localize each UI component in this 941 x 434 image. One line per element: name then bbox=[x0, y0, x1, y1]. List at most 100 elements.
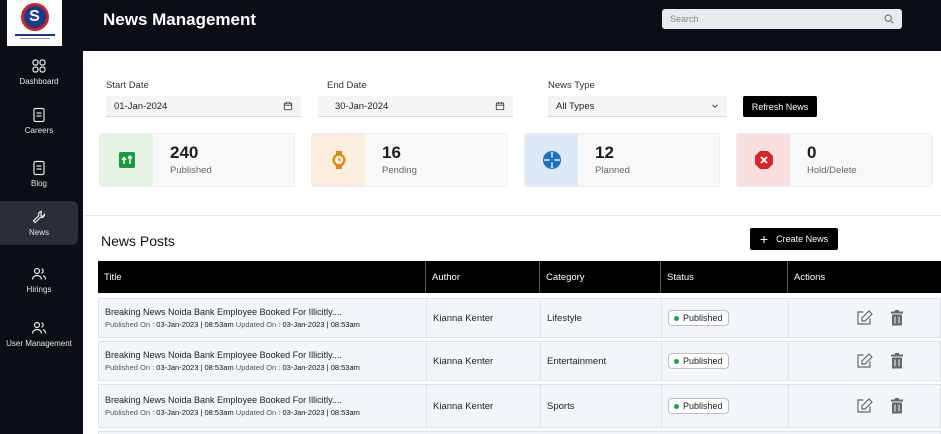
calendar-icon[interactable] bbox=[283, 101, 293, 111]
column-header-status[interactable]: Status bbox=[661, 261, 788, 293]
status-badge: Published bbox=[668, 398, 729, 414]
category-cell: Entertainment bbox=[541, 342, 662, 380]
title-cell: Breaking News Noida Bank Employee Booked… bbox=[99, 342, 427, 380]
end-date-value: 30-Jan-2024 bbox=[335, 100, 389, 112]
hold-icon-tile bbox=[737, 134, 790, 186]
document-icon bbox=[33, 160, 45, 176]
top-header: News Management bbox=[83, 0, 941, 51]
title-cell: Breaking News Noida Bank Employee Booked… bbox=[99, 385, 427, 427]
table-row[interactable]: Breaking News Noida Bank Employee Booked… bbox=[98, 341, 941, 381]
sidebar-item-label: Careers bbox=[24, 126, 54, 135]
create-news-label: Create News bbox=[776, 234, 829, 244]
users-icon bbox=[31, 267, 47, 280]
sidebar-item-news[interactable]: News bbox=[0, 201, 78, 245]
news-dates: Published On : 03-Jan-2023 | 08:53am Upd… bbox=[105, 363, 360, 372]
column-header-actions: Actions bbox=[794, 271, 826, 283]
stat-card-planned: 12 Planned bbox=[524, 133, 720, 187]
upload-arrows-icon bbox=[118, 152, 135, 168]
sidebar-item-user-management[interactable]: User Management bbox=[0, 320, 78, 350]
sidebar: S Dashboard Careers Blog News Hirings Us… bbox=[0, 0, 83, 434]
end-date-field[interactable]: 30-Jan-2024 bbox=[318, 96, 513, 117]
create-news-button[interactable]: + Create News bbox=[750, 228, 838, 250]
category-cell: Sports bbox=[541, 385, 662, 427]
table-header: Title Author Category Status Actions bbox=[98, 261, 941, 293]
sidebar-item-careers[interactable]: Careers bbox=[0, 107, 78, 137]
actions-cell bbox=[789, 342, 941, 380]
edit-icon[interactable] bbox=[856, 309, 874, 327]
published-label: Published bbox=[170, 165, 212, 176]
status-cell: Published bbox=[662, 299, 789, 337]
author-cell: Kianna Kenter bbox=[427, 385, 541, 427]
sidebar-item-label: News bbox=[28, 228, 49, 237]
planned-icon-tile bbox=[525, 134, 578, 186]
start-date-value: 01-Jan-2024 bbox=[114, 100, 168, 112]
sidebar-item-blog[interactable]: Blog bbox=[0, 160, 78, 190]
news-title[interactable]: Breaking News Noida Bank Employee Booked… bbox=[105, 350, 342, 360]
dashboard-grid-icon bbox=[32, 59, 46, 73]
planned-count: 12 bbox=[595, 143, 614, 162]
search-input[interactable] bbox=[670, 14, 870, 24]
sidebar-item-label: Dashboard bbox=[19, 77, 59, 86]
status-badge: Published bbox=[668, 353, 729, 369]
stat-card-pending: 16 Pending bbox=[311, 133, 508, 187]
column-header-category[interactable]: Category bbox=[540, 261, 661, 293]
category-cell: Lifestyle bbox=[541, 299, 662, 337]
crosshair-icon bbox=[542, 151, 561, 169]
pending-icon-tile bbox=[312, 134, 365, 186]
status-badge: Published bbox=[668, 310, 729, 326]
hold-delete-count: 0 bbox=[807, 143, 817, 162]
table-row[interactable]: Breaking News Noida Bank Employee Booked… bbox=[98, 384, 941, 428]
column-header-title[interactable]: Title bbox=[98, 261, 426, 293]
news-dates: Published On : 03-Jan-2023 | 08:53am Upd… bbox=[105, 408, 360, 417]
end-date-label: End Date bbox=[327, 80, 367, 91]
calendar-icon[interactable] bbox=[495, 101, 505, 111]
news-title[interactable]: Breaking News Noida Bank Employee Booked… bbox=[105, 307, 342, 317]
news-title[interactable]: Breaking News Noida Bank Employee Booked… bbox=[105, 395, 342, 405]
start-date-label: Start Date bbox=[106, 80, 149, 91]
edit-icon[interactable] bbox=[856, 352, 874, 370]
status-cell: Published bbox=[662, 385, 789, 427]
author-cell: Kianna Kenter bbox=[427, 342, 541, 380]
column-header-author[interactable]: Author bbox=[426, 261, 540, 293]
status-cell: Published bbox=[662, 342, 789, 380]
wrench-icon bbox=[32, 210, 46, 224]
document-icon bbox=[33, 107, 45, 123]
author-cell: Kianna Kenter bbox=[427, 299, 541, 337]
sidebar-item-label: Blog bbox=[30, 179, 47, 188]
refresh-news-button[interactable]: Refresh News bbox=[743, 96, 817, 117]
sidebar-item-hirings[interactable]: Hirings bbox=[0, 266, 78, 296]
search-bar[interactable] bbox=[662, 9, 902, 29]
pending-count: 16 bbox=[382, 143, 401, 162]
start-date-field[interactable]: 01-Jan-2024 bbox=[106, 96, 301, 117]
search-icon[interactable] bbox=[884, 14, 894, 24]
pending-label: Pending bbox=[382, 165, 417, 176]
section-divider bbox=[83, 215, 941, 216]
delete-icon[interactable] bbox=[888, 309, 906, 327]
status-dot-icon bbox=[674, 358, 679, 364]
sidebar-item-dashboard[interactable]: Dashboard bbox=[0, 58, 78, 88]
actions-cell bbox=[789, 299, 941, 337]
stat-card-published: 240 Published bbox=[99, 133, 295, 187]
status-dot-icon bbox=[674, 403, 679, 409]
logo[interactable]: S bbox=[7, 0, 62, 46]
news-posts-title: News Posts bbox=[101, 233, 175, 249]
planned-label: Planned bbox=[595, 165, 630, 176]
stat-card-hold-delete: 0 Hold/Delete bbox=[736, 133, 933, 187]
status-dot-icon bbox=[674, 315, 679, 321]
page-title: News Management bbox=[103, 10, 257, 29]
users-icon bbox=[31, 321, 47, 334]
logo-text-bar bbox=[19, 38, 50, 39]
delete-icon[interactable] bbox=[888, 352, 906, 370]
published-icon-tile bbox=[100, 134, 153, 186]
sidebar-item-label: User Management bbox=[6, 339, 72, 348]
logo-emblem: S bbox=[20, 3, 49, 31]
sidebar-item-label: Hirings bbox=[26, 285, 52, 294]
news-type-select[interactable]: All Types bbox=[548, 96, 727, 117]
hold-delete-label: Hold/Delete bbox=[807, 165, 857, 176]
edit-icon[interactable] bbox=[856, 397, 874, 415]
news-type-label: News Type bbox=[548, 80, 595, 91]
table-row[interactable]: Breaking News Noida Bank Employee Booked… bbox=[98, 298, 941, 338]
chevron-down-icon bbox=[712, 104, 718, 108]
delete-icon[interactable] bbox=[888, 397, 906, 415]
title-cell: Breaking News Noida Bank Employee Booked… bbox=[99, 299, 427, 337]
